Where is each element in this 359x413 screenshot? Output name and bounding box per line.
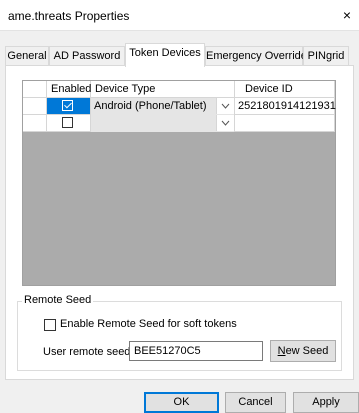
tab-token-devices[interactable]: Token Devices: [125, 43, 205, 67]
device-type-cell[interactable]: Android (Phone/Tablet): [91, 98, 235, 115]
column-header-enabled[interactable]: Enabled: [47, 81, 91, 98]
user-remote-seed-input[interactable]: BEE51270C5: [129, 341, 263, 361]
tab-pingrid[interactable]: PINgrid: [303, 46, 349, 65]
device-id-cell[interactable]: [235, 115, 335, 132]
token-devices-grid[interactable]: Enabled Device Type Device ID Android (P…: [22, 80, 336, 286]
new-seed-accelerator: N: [277, 345, 286, 357]
enabled-cell[interactable]: [47, 115, 91, 132]
device-type-combobox[interactable]: [91, 115, 235, 132]
enabled-cell[interactable]: [47, 98, 91, 115]
device-type-combobox[interactable]: Android (Phone/Tablet): [91, 98, 235, 115]
close-icon[interactable]: ×: [337, 6, 357, 24]
cancel-button[interactable]: Cancel: [225, 392, 286, 413]
remote-seed-group-label: Remote Seed: [22, 294, 94, 306]
row-selector[interactable]: [23, 115, 47, 132]
tab-emergency-override[interactable]: Emergency Override: [205, 46, 307, 65]
enabled-checkbox[interactable]: [62, 100, 73, 111]
enable-remote-seed-label[interactable]: Enable Remote Seed for soft tokens: [60, 318, 237, 330]
apply-button[interactable]: Apply: [293, 392, 359, 413]
row-selector[interactable]: [23, 98, 47, 115]
ok-button[interactable]: OK: [144, 392, 219, 413]
column-header-device-type[interactable]: Device Type: [91, 81, 235, 98]
chevron-down-icon[interactable]: [216, 98, 234, 114]
device-type-value: Android (Phone/Tablet): [94, 100, 207, 112]
tab-ad-password[interactable]: AD Password: [49, 46, 125, 65]
device-id-cell[interactable]: 2521801914121931: [235, 98, 336, 115]
new-seed-button[interactable]: New Seed: [270, 340, 336, 362]
enabled-checkbox[interactable]: [62, 117, 73, 128]
tab-general[interactable]: General: [5, 46, 49, 65]
window-title: ame.threats Properties: [8, 9, 130, 23]
table-row[interactable]: [23, 115, 335, 132]
device-id-value: 2521801914121931: [238, 100, 336, 112]
enable-remote-seed-checkbox[interactable]: [44, 319, 56, 331]
chevron-down-icon[interactable]: [216, 115, 234, 131]
new-seed-label-rest: ew Seed: [285, 345, 329, 357]
user-remote-seed-label: User remote seed:: [43, 346, 134, 358]
grid-header-row: Enabled Device Type Device ID: [23, 81, 335, 98]
table-row[interactable]: Android (Phone/Tablet) 2521801914121931: [23, 98, 336, 115]
grid-corner-cell: [23, 81, 47, 98]
column-header-device-id[interactable]: Device ID: [235, 81, 335, 98]
device-type-cell[interactable]: [91, 115, 235, 132]
